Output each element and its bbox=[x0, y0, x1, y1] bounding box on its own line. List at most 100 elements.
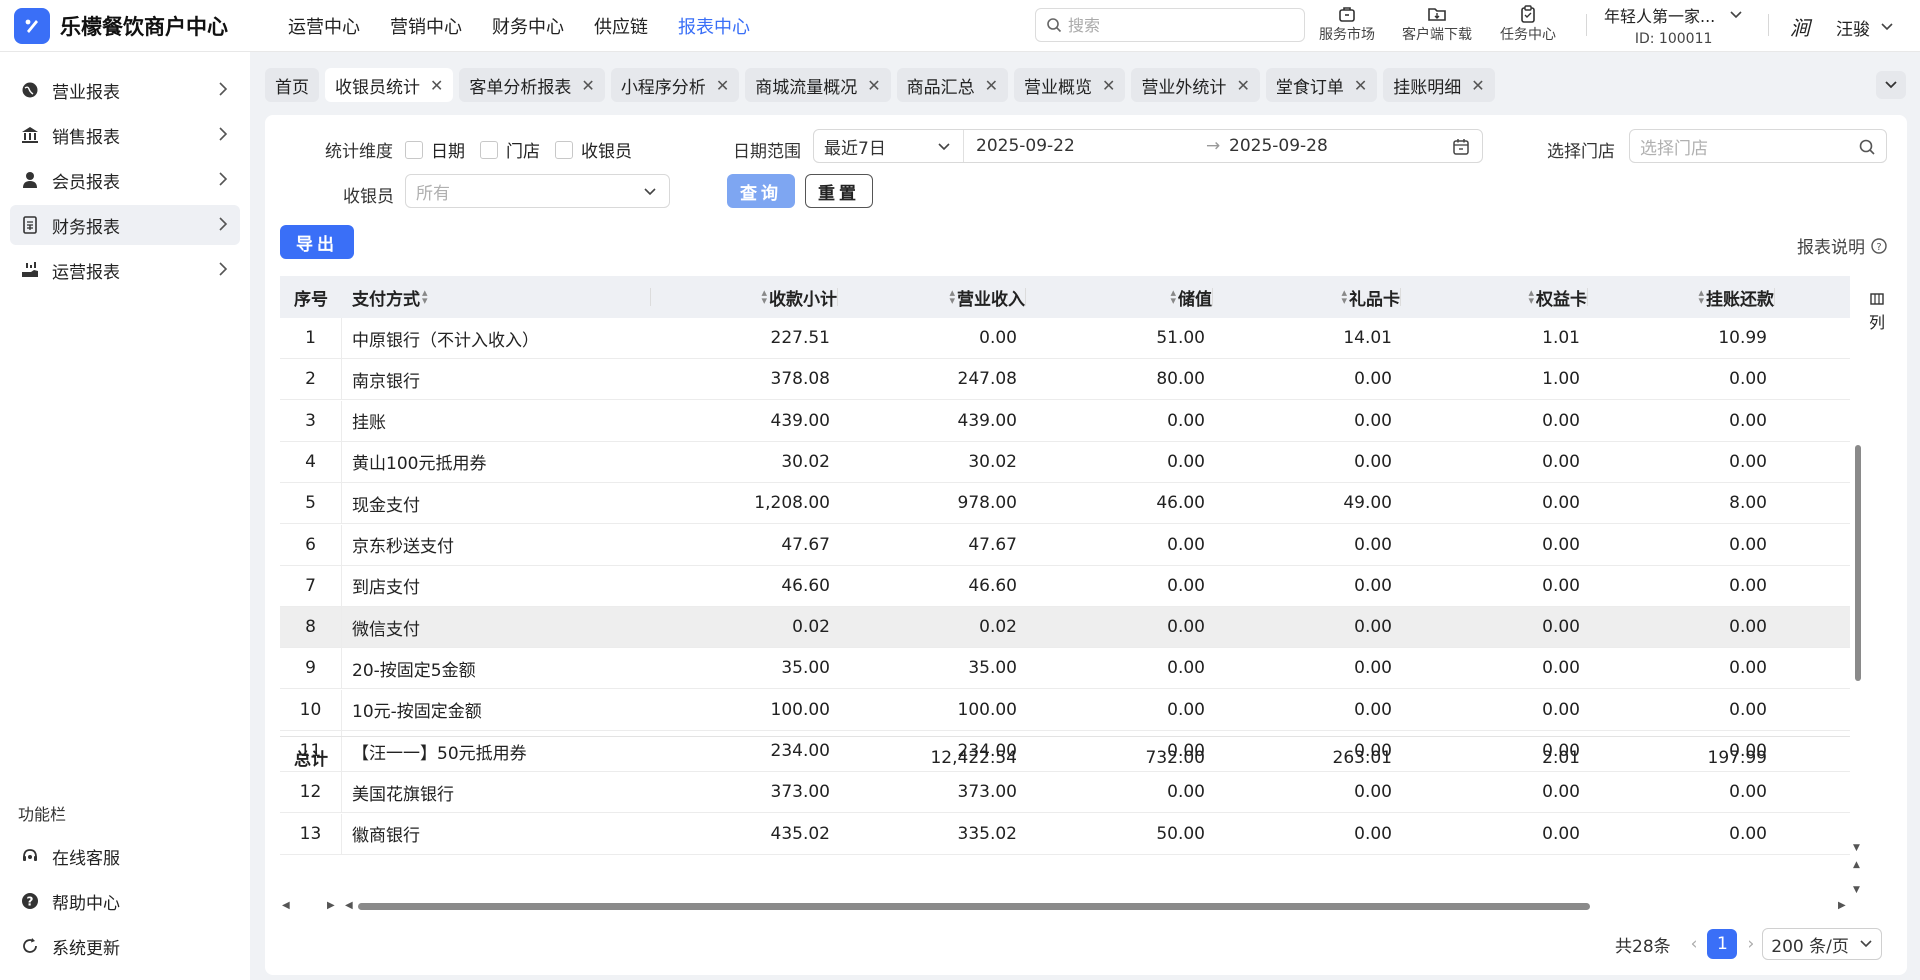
dimension-cashier-checkbox[interactable]: 收银员 bbox=[555, 137, 632, 162]
col-header-benefit-card[interactable]: ▴ ▾ 权益卡 bbox=[1400, 276, 1587, 318]
nav-supply-chain[interactable]: 供应链 bbox=[594, 13, 648, 39]
online-support-button[interactable]: 在线客服 bbox=[10, 836, 240, 876]
col-header-credit-repayment[interactable]: ▴ ▾ 挂账还款 bbox=[1587, 276, 1774, 318]
tab-cashier-stats[interactable]: 收银员统计 ✕ bbox=[325, 68, 454, 102]
checkbox[interactable] bbox=[405, 140, 423, 159]
scroll-left-icon[interactable]: ◀ bbox=[345, 900, 353, 911]
tab-more-button[interactable] bbox=[1876, 71, 1906, 99]
tab-mall-traffic[interactable]: 商城流量概况 ✕ bbox=[745, 68, 891, 102]
table-row[interactable]: 6 京东秒送支付 47.67 47.67 0.00 0.00 0.00 0.00 bbox=[280, 524, 1850, 566]
page-button-current[interactable]: 1 bbox=[1707, 929, 1738, 959]
close-icon[interactable]: ✕ bbox=[1102, 76, 1115, 95]
sidebar-item-sales-report[interactable]: 销售报表 bbox=[10, 115, 240, 155]
task-center-button[interactable]: 任务中心 bbox=[1500, 4, 1556, 44]
scroll-up-icon[interactable]: ▲ bbox=[1853, 860, 1860, 870]
close-icon[interactable]: ✕ bbox=[581, 76, 594, 95]
scrollbar-thumb[interactable] bbox=[358, 903, 1590, 910]
table-row[interactable]: 5 现金支付 1,208.00 978.00 46.00 49.00 0.00 8.00 bbox=[280, 483, 1850, 525]
query-button[interactable]: 查询 bbox=[727, 174, 795, 208]
service-market-button[interactable]: 服务市场 bbox=[1319, 4, 1375, 44]
table-row[interactable]: 2 南京银行 378.08 247.08 80.00 0.00 1.00 0.00 bbox=[280, 359, 1850, 401]
tab-home[interactable]: 首页 bbox=[265, 68, 319, 102]
scrollbar-thumb[interactable] bbox=[1855, 445, 1861, 681]
tab-order-analysis[interactable]: 客单分析报表 ✕ bbox=[459, 68, 605, 102]
client-download-button[interactable]: 客户端下载 bbox=[1402, 4, 1472, 44]
prev-page-icon[interactable]: ‹ bbox=[1691, 934, 1698, 954]
date-range-picker[interactable]: 最近7日 2025-09-22 → 2025-09-28 bbox=[813, 129, 1483, 163]
report-note-label: 报表说明 bbox=[1797, 238, 1865, 258]
close-icon[interactable]: ✕ bbox=[1236, 76, 1249, 95]
sort-icon[interactable]: ▴ ▾ bbox=[761, 287, 767, 306]
col-header-payment-method[interactable]: 支付方式 ▴ ▾ bbox=[352, 276, 652, 318]
table-row[interactable]: 8 微信支付 0.02 0.02 0.00 0.00 0.00 0.00 bbox=[280, 607, 1850, 649]
col-header-gift-card[interactable]: ▴ ▾ 礼品卡 bbox=[1212, 276, 1400, 318]
global-search[interactable] bbox=[1035, 8, 1305, 42]
date-start-input[interactable]: 2025-09-22 bbox=[976, 136, 1075, 156]
col-header-receipt-subtotal[interactable]: ▴ ▾ 收款小计 bbox=[650, 276, 837, 318]
system-update-button[interactable]: 系统更新 bbox=[10, 926, 240, 966]
scroll-down-icon[interactable]: ▼ bbox=[1853, 843, 1860, 853]
checkbox[interactable] bbox=[480, 140, 498, 159]
sidebar-item-member-report[interactable]: 会员报表 bbox=[10, 160, 240, 200]
close-icon[interactable]: ✕ bbox=[1471, 76, 1484, 95]
sidebar-item-finance-report[interactable]: 财务报表 bbox=[10, 205, 240, 245]
table-row[interactable]: 9 20-按固定5金额 35.00 35.00 0.00 0.00 0.00 0.00 bbox=[280, 648, 1850, 690]
sort-icon[interactable]: ▴ ▾ bbox=[949, 287, 955, 306]
table-row[interactable]: 3 挂账 439.00 439.00 0.00 0.00 0.00 0.00 bbox=[280, 400, 1850, 442]
tab-non-business-stats[interactable]: 营业外统计 ✕ bbox=[1131, 68, 1260, 102]
table-row[interactable]: 12 美国花旗银行 373.00 373.00 0.00 0.00 0.00 0.00 bbox=[280, 772, 1850, 814]
logo[interactable]: 乐檬餐饮商户中心 bbox=[14, 7, 264, 44]
nav-finance[interactable]: 财务中心 bbox=[492, 13, 564, 39]
store-switcher[interactable]: 年轻人第一家... ID: 100011 bbox=[1604, 3, 1743, 47]
close-icon[interactable]: ✕ bbox=[867, 76, 880, 95]
page-size-select[interactable]: 200 条/页 bbox=[1762, 928, 1882, 960]
table-row[interactable]: 4 黄山100元抵用券 30.02 30.02 0.00 0.00 0.00 0.00 bbox=[280, 441, 1850, 483]
vertical-scrollbar[interactable] bbox=[1855, 325, 1861, 795]
next-page-icon[interactable]: › bbox=[1747, 934, 1754, 954]
checkbox[interactable] bbox=[555, 140, 573, 159]
reset-button[interactable]: 重置 bbox=[805, 174, 873, 208]
dimension-store-checkbox[interactable]: 门店 bbox=[480, 137, 540, 162]
user-menu[interactable]: 涧 汪骏 bbox=[1790, 12, 1894, 42]
nav-reports[interactable]: 报表中心 bbox=[678, 13, 750, 39]
table-row[interactable]: 7 到店支付 46.60 46.60 0.00 0.00 0.00 0.00 bbox=[280, 565, 1850, 607]
cashier-select[interactable]: 所有 bbox=[405, 174, 670, 208]
help-center-button[interactable]: ? 帮助中心 bbox=[10, 881, 240, 921]
tab-business-overview[interactable]: 营业概览 ✕ bbox=[1014, 68, 1126, 102]
tab-product-summary[interactable]: 商品汇总 ✕ bbox=[896, 68, 1009, 102]
tab-dine-in-orders[interactable]: 堂食订单 ✕ bbox=[1265, 68, 1378, 102]
nav-marketing[interactable]: 营销中心 bbox=[390, 13, 462, 39]
table-row[interactable]: 10 10元-按固定金额 100.00 100.00 0.00 0.00 0.00 0.00 bbox=[280, 689, 1850, 731]
search-input[interactable] bbox=[1068, 15, 1288, 35]
sort-icon[interactable]: ▴ ▾ bbox=[422, 287, 428, 306]
column-settings-button[interactable]: 列 bbox=[1867, 290, 1887, 334]
close-icon[interactable]: ✕ bbox=[985, 76, 998, 95]
tab-miniprogram-analysis[interactable]: 小程序分析 ✕ bbox=[610, 68, 740, 102]
sort-icon[interactable]: ▴ ▾ bbox=[1698, 287, 1704, 306]
sort-icon[interactable]: ▴ ▾ bbox=[1341, 287, 1347, 306]
tab-credit-details[interactable]: 挂账明细 ✕ bbox=[1383, 68, 1495, 102]
export-button[interactable]: 导出 bbox=[280, 225, 354, 259]
table-row[interactable]: 13 徽商银行 435.02 335.02 50.00 0.00 0.00 0.00 bbox=[280, 813, 1850, 855]
col-header-stored-value[interactable]: ▴ ▾ 储值 bbox=[1025, 276, 1212, 318]
scroll-right-icon[interactable]: ▶ bbox=[327, 900, 335, 911]
sort-icon[interactable]: ▴ ▾ bbox=[1170, 287, 1176, 306]
scroll-left-icon[interactable]: ◀ bbox=[282, 900, 290, 911]
report-note-link[interactable]: 报表说明 ? bbox=[1797, 233, 1887, 258]
close-icon[interactable]: ✕ bbox=[1354, 76, 1367, 95]
col-header-business-income[interactable]: ▴ ▾ 营业收入 bbox=[837, 276, 1025, 318]
scroll-right-icon[interactable]: ▶ bbox=[1838, 900, 1846, 911]
nav-operations[interactable]: 运营中心 bbox=[288, 13, 360, 39]
table-row[interactable]: 1 中原银行（不计入收入） 227.51 0.00 51.00 14.01 1.01 10.9… bbox=[280, 318, 1850, 359]
dimension-date-checkbox[interactable]: 日期 bbox=[405, 137, 465, 162]
scroll-down-icon[interactable]: ▼ bbox=[1853, 885, 1860, 895]
date-end-input[interactable]: 2025-09-28 bbox=[1229, 136, 1328, 156]
close-icon[interactable]: ✕ bbox=[430, 76, 443, 95]
close-icon[interactable]: ✕ bbox=[716, 76, 729, 95]
sort-icon[interactable]: ▴ ▾ bbox=[1528, 287, 1534, 306]
sidebar-item-operations-report[interactable]: 运营报表 bbox=[10, 250, 240, 290]
horizontal-scrollbar[interactable]: ◀ ▶ ◀ ▶ bbox=[280, 900, 1850, 914]
store-select[interactable]: 选择门店 bbox=[1629, 129, 1887, 163]
date-preset-select[interactable]: 最近7日 bbox=[814, 130, 964, 162]
sidebar-item-business-report[interactable]: 营业报表 bbox=[10, 70, 240, 110]
